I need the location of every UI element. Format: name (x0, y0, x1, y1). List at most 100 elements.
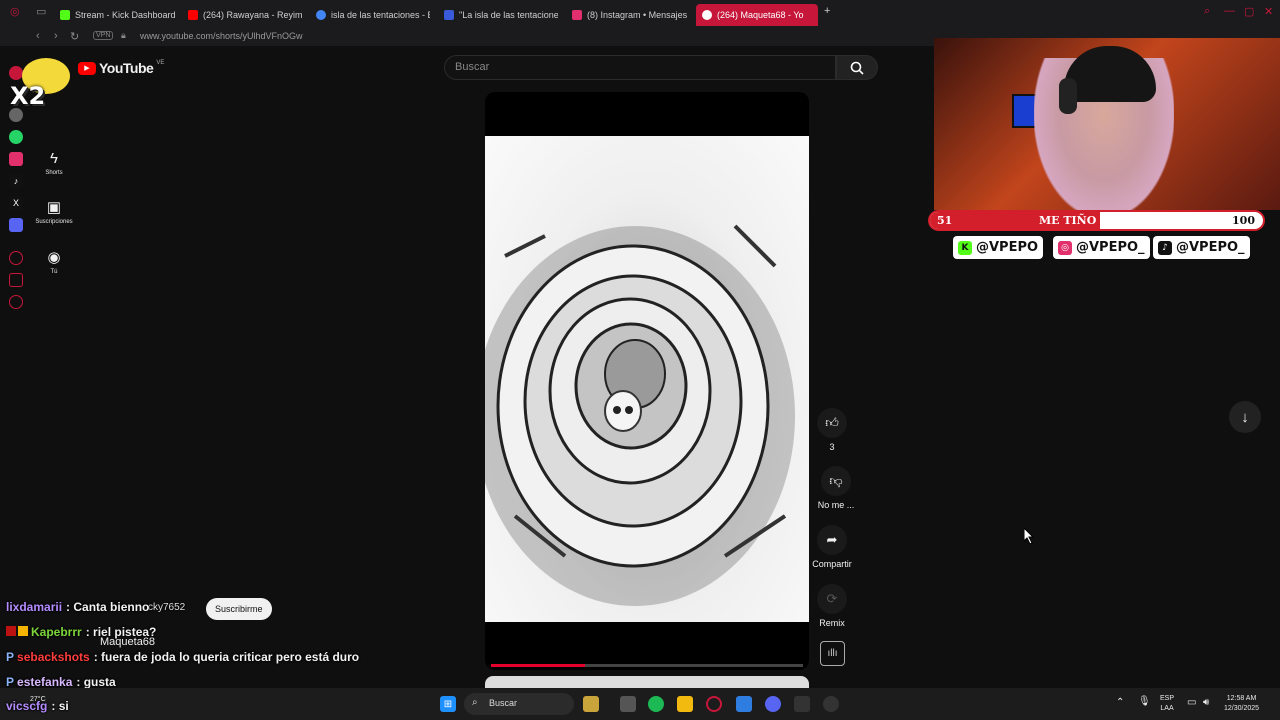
tab-isla-search[interactable]: isla de las tentaciones - B (316, 4, 430, 26)
remix-icon: ⟳ (817, 584, 847, 614)
file-explorer-icon[interactable] (677, 696, 693, 712)
nav-subscriptions[interactable]: ▣ Suscripciones (32, 198, 76, 225)
chat-message: Psebackshots: fuera de joda lo queria cr… (6, 650, 359, 664)
windows-taskbar: 27°C vicscfg: si ⊞ ⌕ Buscar ⌃ 🎙︎ ESP LAA ▭… (0, 688, 1280, 720)
reload-icon[interactable]: ↻ (70, 30, 79, 43)
chat-text: : riel pistea? (85, 625, 157, 639)
vpn-badge[interactable]: VPN (93, 31, 114, 40)
remix-button[interactable]: ⟳ Remix (812, 584, 852, 628)
opera-gx-icon[interactable] (706, 696, 722, 712)
clock[interactable]: 12:58 AM 12/30/2025 (1224, 694, 1259, 714)
chat-user: sebackshots (17, 650, 90, 664)
share-button[interactable]: ➦ Compartir (808, 525, 856, 569)
youtube-wordmark: YouTube (99, 60, 154, 76)
tab-isla-article[interactable]: "La isla de las tentaciones (444, 4, 558, 26)
url-field[interactable]: www.youtube.com/shorts/yUlhdVFnOGw (140, 31, 303, 41)
tab-label: (8) Instagram • Mensajes (587, 10, 688, 20)
social-handle: @VPEPO (976, 240, 1039, 255)
google-icon (316, 10, 326, 20)
lang-top: ESP (1160, 695, 1175, 702)
tiktok-icon[interactable]: ♪ (9, 174, 23, 188)
nav-shorts[interactable]: ϟ Shorts (32, 150, 76, 176)
opera-logo-icon[interactable]: ◎ (10, 5, 20, 18)
windows-start-icon[interactable]: ⊞ (440, 696, 456, 712)
chat-user: vicscfg (6, 699, 48, 713)
kick-icon: K (958, 240, 972, 255)
badge-icon (18, 626, 28, 636)
close-icon[interactable]: ✕ (1264, 5, 1273, 18)
pinboard-icon[interactable] (9, 273, 23, 287)
obs-icon[interactable] (823, 696, 839, 712)
social-instagram: ◎ @VPEPO_ (1053, 236, 1150, 259)
task-view-icon[interactable] (620, 696, 636, 712)
instagram-icon[interactable] (9, 152, 23, 166)
tab-kick-dashboard[interactable]: Stream - Kick Dashboard (60, 4, 180, 26)
forward-icon[interactable]: › (54, 30, 58, 42)
new-tab-icon[interactable]: + (824, 5, 830, 17)
tab-label: (264) Rawayana - Reyimil (203, 10, 302, 20)
subscriptions-icon: ▣ (46, 199, 62, 216)
history-icon[interactable] (9, 251, 23, 265)
webcam-overlay (934, 38, 1280, 210)
whatsapp-icon[interactable] (9, 130, 23, 144)
nav-label: Tú (50, 269, 58, 275)
chat-message: vicscfg: si (6, 699, 69, 713)
kick-icon (60, 10, 70, 20)
search-button[interactable] (836, 55, 878, 80)
subscribe-button[interactable]: Suscribirme (206, 598, 272, 620)
emote-multiplier: X2 (10, 82, 46, 110)
mouse-cursor-icon (1024, 528, 1034, 544)
instagram-icon (572, 10, 582, 20)
like-button[interactable]: 👍︎ 3 (812, 408, 852, 452)
tiktok-icon: ♪ (1158, 240, 1172, 255)
video-progress-fill (491, 664, 585, 667)
widget-icon[interactable] (583, 696, 599, 712)
tab-rawayana[interactable]: (264) Rawayana - Reyimil (188, 4, 302, 26)
shorts-video-player[interactable] (485, 92, 809, 670)
discord-icon[interactable] (765, 696, 781, 712)
chevron-up-icon[interactable]: ⌃ (1116, 698, 1124, 708)
remix-label: Remix (819, 618, 845, 628)
social-handle: @VPEPO_ (1076, 240, 1145, 255)
youtube-logo[interactable]: ▶ YouTube VE (78, 60, 164, 76)
badge-icon: P (6, 675, 15, 689)
tab-maqueta68-active[interactable]: (264) Maqueta68 - Yo (696, 4, 818, 26)
microphone-icon[interactable]: 🎙︎ (1138, 697, 1151, 707)
video-progress-bar[interactable] (491, 664, 803, 667)
settings-icon[interactable] (9, 295, 23, 309)
headphones (1059, 78, 1077, 114)
dislike-button[interactable]: 👎︎ No me ... (810, 466, 862, 510)
goal-bar: 51 ME TIÑO EL PELO 100 (928, 210, 1265, 231)
badge-icon: P (6, 650, 15, 664)
discord-icon[interactable] (9, 218, 23, 232)
share-label: Compartir (812, 559, 852, 569)
display-icon[interactable]: ▭ (1187, 698, 1196, 708)
chat-text: : Canta bienno (66, 600, 150, 614)
social-handle: @VPEPO_ (1176, 240, 1245, 255)
chatgpt-icon[interactable] (9, 108, 23, 122)
volume-icon[interactable]: 🔊︎ (1203, 698, 1209, 708)
search-icon[interactable]: ⌕ (1204, 5, 1210, 18)
chat-user: Kapebrrr (31, 625, 82, 639)
taskbar-search[interactable]: ⌕ Buscar (464, 693, 574, 715)
maximize-icon[interactable]: ▢ (1244, 5, 1254, 18)
back-icon[interactable]: ‹ (36, 30, 40, 42)
clock-date: 12/30/2025 (1224, 705, 1260, 712)
workspaces-icon[interactable]: ▭ (36, 5, 46, 18)
next-video-peek[interactable] (485, 676, 809, 688)
like-count: 3 (829, 442, 835, 452)
spotify-icon[interactable] (648, 696, 664, 712)
nav-you[interactable]: ◉ Tú (32, 248, 76, 275)
x-icon[interactable]: X (9, 196, 23, 210)
sound-thumbnail[interactable]: ıllı (820, 641, 845, 666)
tab-instagram[interactable]: (8) Instagram • Mensajes (572, 4, 690, 26)
capcut-icon[interactable] (794, 696, 810, 712)
minimize-icon[interactable]: — (1224, 5, 1235, 17)
chat-user: lixdamarii (6, 600, 63, 614)
chat-message: lixdamarii: Canta bienno (6, 600, 149, 614)
next-short-button[interactable]: ↓ (1229, 401, 1261, 433)
chat-user: estefanka (17, 675, 73, 689)
language-indicator[interactable]: ESP LAA (1160, 694, 1174, 714)
app-icon[interactable] (736, 696, 752, 712)
search-input[interactable]: Buscar (444, 55, 836, 80)
